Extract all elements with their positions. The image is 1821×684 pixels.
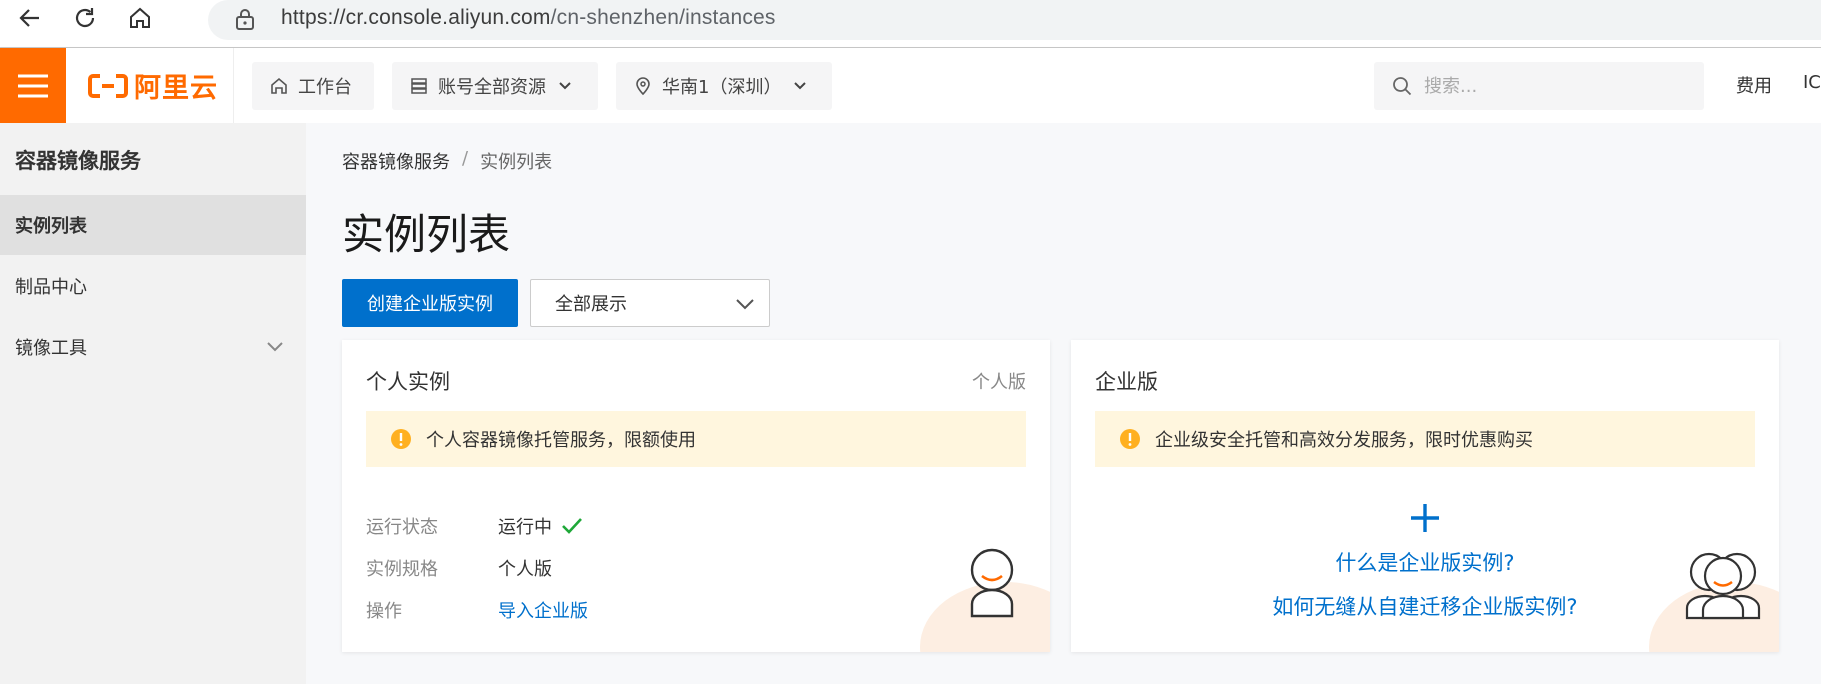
workbench-button[interactable]: 工作台: [252, 62, 374, 110]
status-row: 运行状态 运行中: [366, 513, 584, 539]
action-key: 操作: [366, 601, 402, 622]
console-topbar: 阿里云 工作台 账号全部资源 华南1（深圳） 费用 IC: [0, 48, 1821, 123]
spec-key: 实例规格: [366, 559, 438, 580]
region-dropdown[interactable]: 华南1（深圳）: [616, 62, 832, 110]
create-enterprise-instance-button[interactable]: 创建企业版实例: [342, 279, 518, 327]
lock-icon: [234, 7, 256, 35]
status-key: 运行状态: [366, 517, 438, 538]
chevron-down-icon: [558, 81, 572, 91]
warning-icon: [390, 428, 412, 450]
check-icon: [562, 518, 582, 534]
sidebar-item-image-tools[interactable]: 镜像工具: [0, 317, 306, 377]
status-value: 运行中: [498, 513, 584, 539]
search-input[interactable]: [1424, 75, 1674, 97]
card-title: 企业版: [1095, 370, 1158, 394]
address-bar[interactable]: https://cr.console.aliyun.com/cn-shenzhe…: [208, 0, 1821, 40]
team-illustration-icon: [1685, 552, 1761, 620]
aliyun-logo[interactable]: 阿里云: [66, 48, 234, 123]
notice-banner: 个人容器镜像托管服务，限额使用: [366, 411, 1026, 467]
sidebar-title: 容器镜像服务: [15, 149, 141, 173]
filter-select[interactable]: 全部展示: [530, 279, 770, 327]
back-arrow-icon: [19, 9, 39, 27]
menu-button[interactable]: [0, 48, 66, 123]
sidebar-item-label: 制品中心: [15, 277, 87, 298]
sidebar-item-label: 实例列表: [15, 216, 87, 237]
chevron-down-icon: [793, 81, 807, 91]
person-illustration-icon: [970, 548, 1014, 618]
main-content: 容器镜像服务 / 实例列表 实例列表 创建企业版实例 全部展示 个人实例 个人版…: [306, 123, 1821, 684]
breadcrumb: 容器镜像服务 / 实例列表: [342, 148, 552, 174]
warning-icon: [1119, 428, 1141, 450]
chevron-down-icon: [735, 295, 755, 316]
reload-button[interactable]: [67, 0, 103, 36]
fees-link[interactable]: 费用: [1736, 72, 1772, 98]
enterprise-instance-card: 企业版 企业级安全托管和高效分发服务，限时优惠购买 什么是企业版实例? 如何无缝…: [1071, 340, 1779, 652]
global-search[interactable]: [1374, 62, 1704, 110]
notice-text: 企业级安全托管和高效分发服务，限时优惠购买: [1155, 430, 1533, 451]
what-is-enterprise-link[interactable]: 什么是企业版实例?: [1071, 547, 1779, 577]
sidebar: 容器镜像服务 实例列表 制品中心 镜像工具: [0, 123, 306, 684]
browser-toolbar: https://cr.console.aliyun.com/cn-shenzhe…: [0, 0, 1821, 48]
home-outline-icon: [270, 77, 288, 95]
url-host: https://cr.console.aliyun.com: [281, 6, 551, 29]
personal-instance-card: 个人实例 个人版 个人容器镜像托管服务，限额使用 运行状态 运行中 实例规格 个…: [342, 340, 1050, 652]
reload-icon: [75, 8, 95, 28]
location-pin-icon: [634, 76, 652, 96]
url-path: /cn-shenzhen/instances: [550, 6, 776, 29]
workbench-label: 工作台: [298, 77, 352, 98]
region-label: 华南1（深圳）: [662, 77, 782, 98]
icp-link[interactable]: IC: [1803, 72, 1821, 93]
sidebar-item-instances[interactable]: 实例列表: [0, 195, 306, 255]
notice-text: 个人容器镜像托管服务，限额使用: [426, 430, 696, 451]
stack-icon: [410, 77, 428, 95]
page-title: 实例列表: [342, 210, 511, 259]
chevron-down-icon: [266, 337, 284, 358]
notice-banner: 企业级安全托管和高效分发服务，限时优惠购买: [1095, 411, 1755, 467]
url-text: https://cr.console.aliyun.com/cn-shenzhe…: [281, 6, 776, 30]
sidebar-item-label: 镜像工具: [15, 338, 87, 359]
spec-row: 实例规格 个人版: [366, 555, 552, 581]
resources-label: 账号全部资源: [438, 77, 546, 98]
breadcrumb-current: 实例列表: [480, 152, 553, 173]
breadcrumb-root[interactable]: 容器镜像服务: [342, 148, 450, 174]
home-button[interactable]: [122, 0, 158, 36]
hamburger-icon: [18, 74, 48, 97]
logo-text: 阿里云: [134, 73, 218, 104]
sidebar-item-artifact-center[interactable]: 制品中心: [0, 256, 306, 316]
breadcrumb-separator: /: [462, 148, 469, 169]
card-tag: 个人版: [972, 372, 1026, 393]
resources-dropdown[interactable]: 账号全部资源: [392, 62, 598, 110]
action-row: 操作 导入企业版: [366, 597, 588, 623]
spec-value: 个人版: [498, 559, 552, 580]
aliyun-logo-icon: [88, 73, 128, 98]
home-icon: [130, 7, 150, 28]
search-icon: [1392, 76, 1412, 96]
filter-select-value: 全部展示: [555, 294, 627, 315]
status-text: 运行中: [498, 517, 552, 538]
plus-icon[interactable]: [1409, 502, 1441, 534]
import-enterprise-link[interactable]: 导入企业版: [498, 597, 588, 623]
back-button[interactable]: [12, 0, 48, 36]
card-title: 个人实例: [366, 370, 450, 394]
